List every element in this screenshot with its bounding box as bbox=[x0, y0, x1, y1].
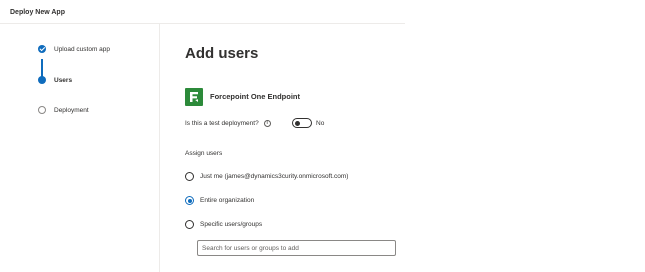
radio-selected-icon[interactable] bbox=[185, 196, 194, 205]
empty-circle-icon bbox=[38, 106, 46, 114]
step-label: Deployment bbox=[54, 106, 89, 114]
current-step-dot-icon bbox=[38, 76, 46, 84]
radio-label: Specific users/groups bbox=[200, 221, 263, 228]
assign-users-label: Assign users bbox=[185, 150, 223, 157]
toggle-state-text: No bbox=[316, 120, 325, 127]
toggle-knob bbox=[295, 120, 300, 126]
test-deployment-label: Is this a test deployment? bbox=[185, 120, 259, 127]
panel-title: Deploy New App bbox=[10, 9, 65, 16]
info-icon[interactable]: i bbox=[263, 120, 271, 127]
radio-circle-icon[interactable] bbox=[185, 220, 194, 229]
page-title: Add users bbox=[185, 45, 259, 62]
app-name: Forcepoint One Endpoint bbox=[210, 92, 300, 101]
forcepoint-logo-icon bbox=[185, 88, 203, 106]
test-deployment-toggle[interactable] bbox=[292, 118, 312, 128]
radio-circle-icon[interactable] bbox=[185, 172, 194, 181]
radio-label: Just me (james@dynamics3curity.onmicroso… bbox=[200, 173, 349, 180]
search-users-input[interactable] bbox=[197, 240, 396, 256]
step-upload-custom-app[interactable]: Upload custom app bbox=[38, 45, 110, 53]
step-label: Upload custom app bbox=[54, 45, 111, 53]
step-users[interactable]: Users bbox=[38, 76, 72, 84]
test-deployment-row: Is this a test deployment? i bbox=[185, 120, 271, 127]
step-connector bbox=[41, 59, 43, 77]
radio-just-me[interactable]: Just me (james@dynamics3curity.onmicroso… bbox=[185, 172, 348, 181]
wizard-steps-pane: Upload custom app Users Deployment bbox=[0, 24, 160, 272]
step-label: Users bbox=[54, 76, 73, 84]
radio-label: Entire organization bbox=[200, 197, 255, 204]
step-deployment[interactable]: Deployment bbox=[38, 106, 89, 114]
checkmark-circle-icon bbox=[38, 45, 46, 53]
radio-entire-organization[interactable]: Entire organization bbox=[185, 196, 254, 205]
radio-specific-users-groups[interactable]: Specific users/groups bbox=[185, 220, 262, 229]
